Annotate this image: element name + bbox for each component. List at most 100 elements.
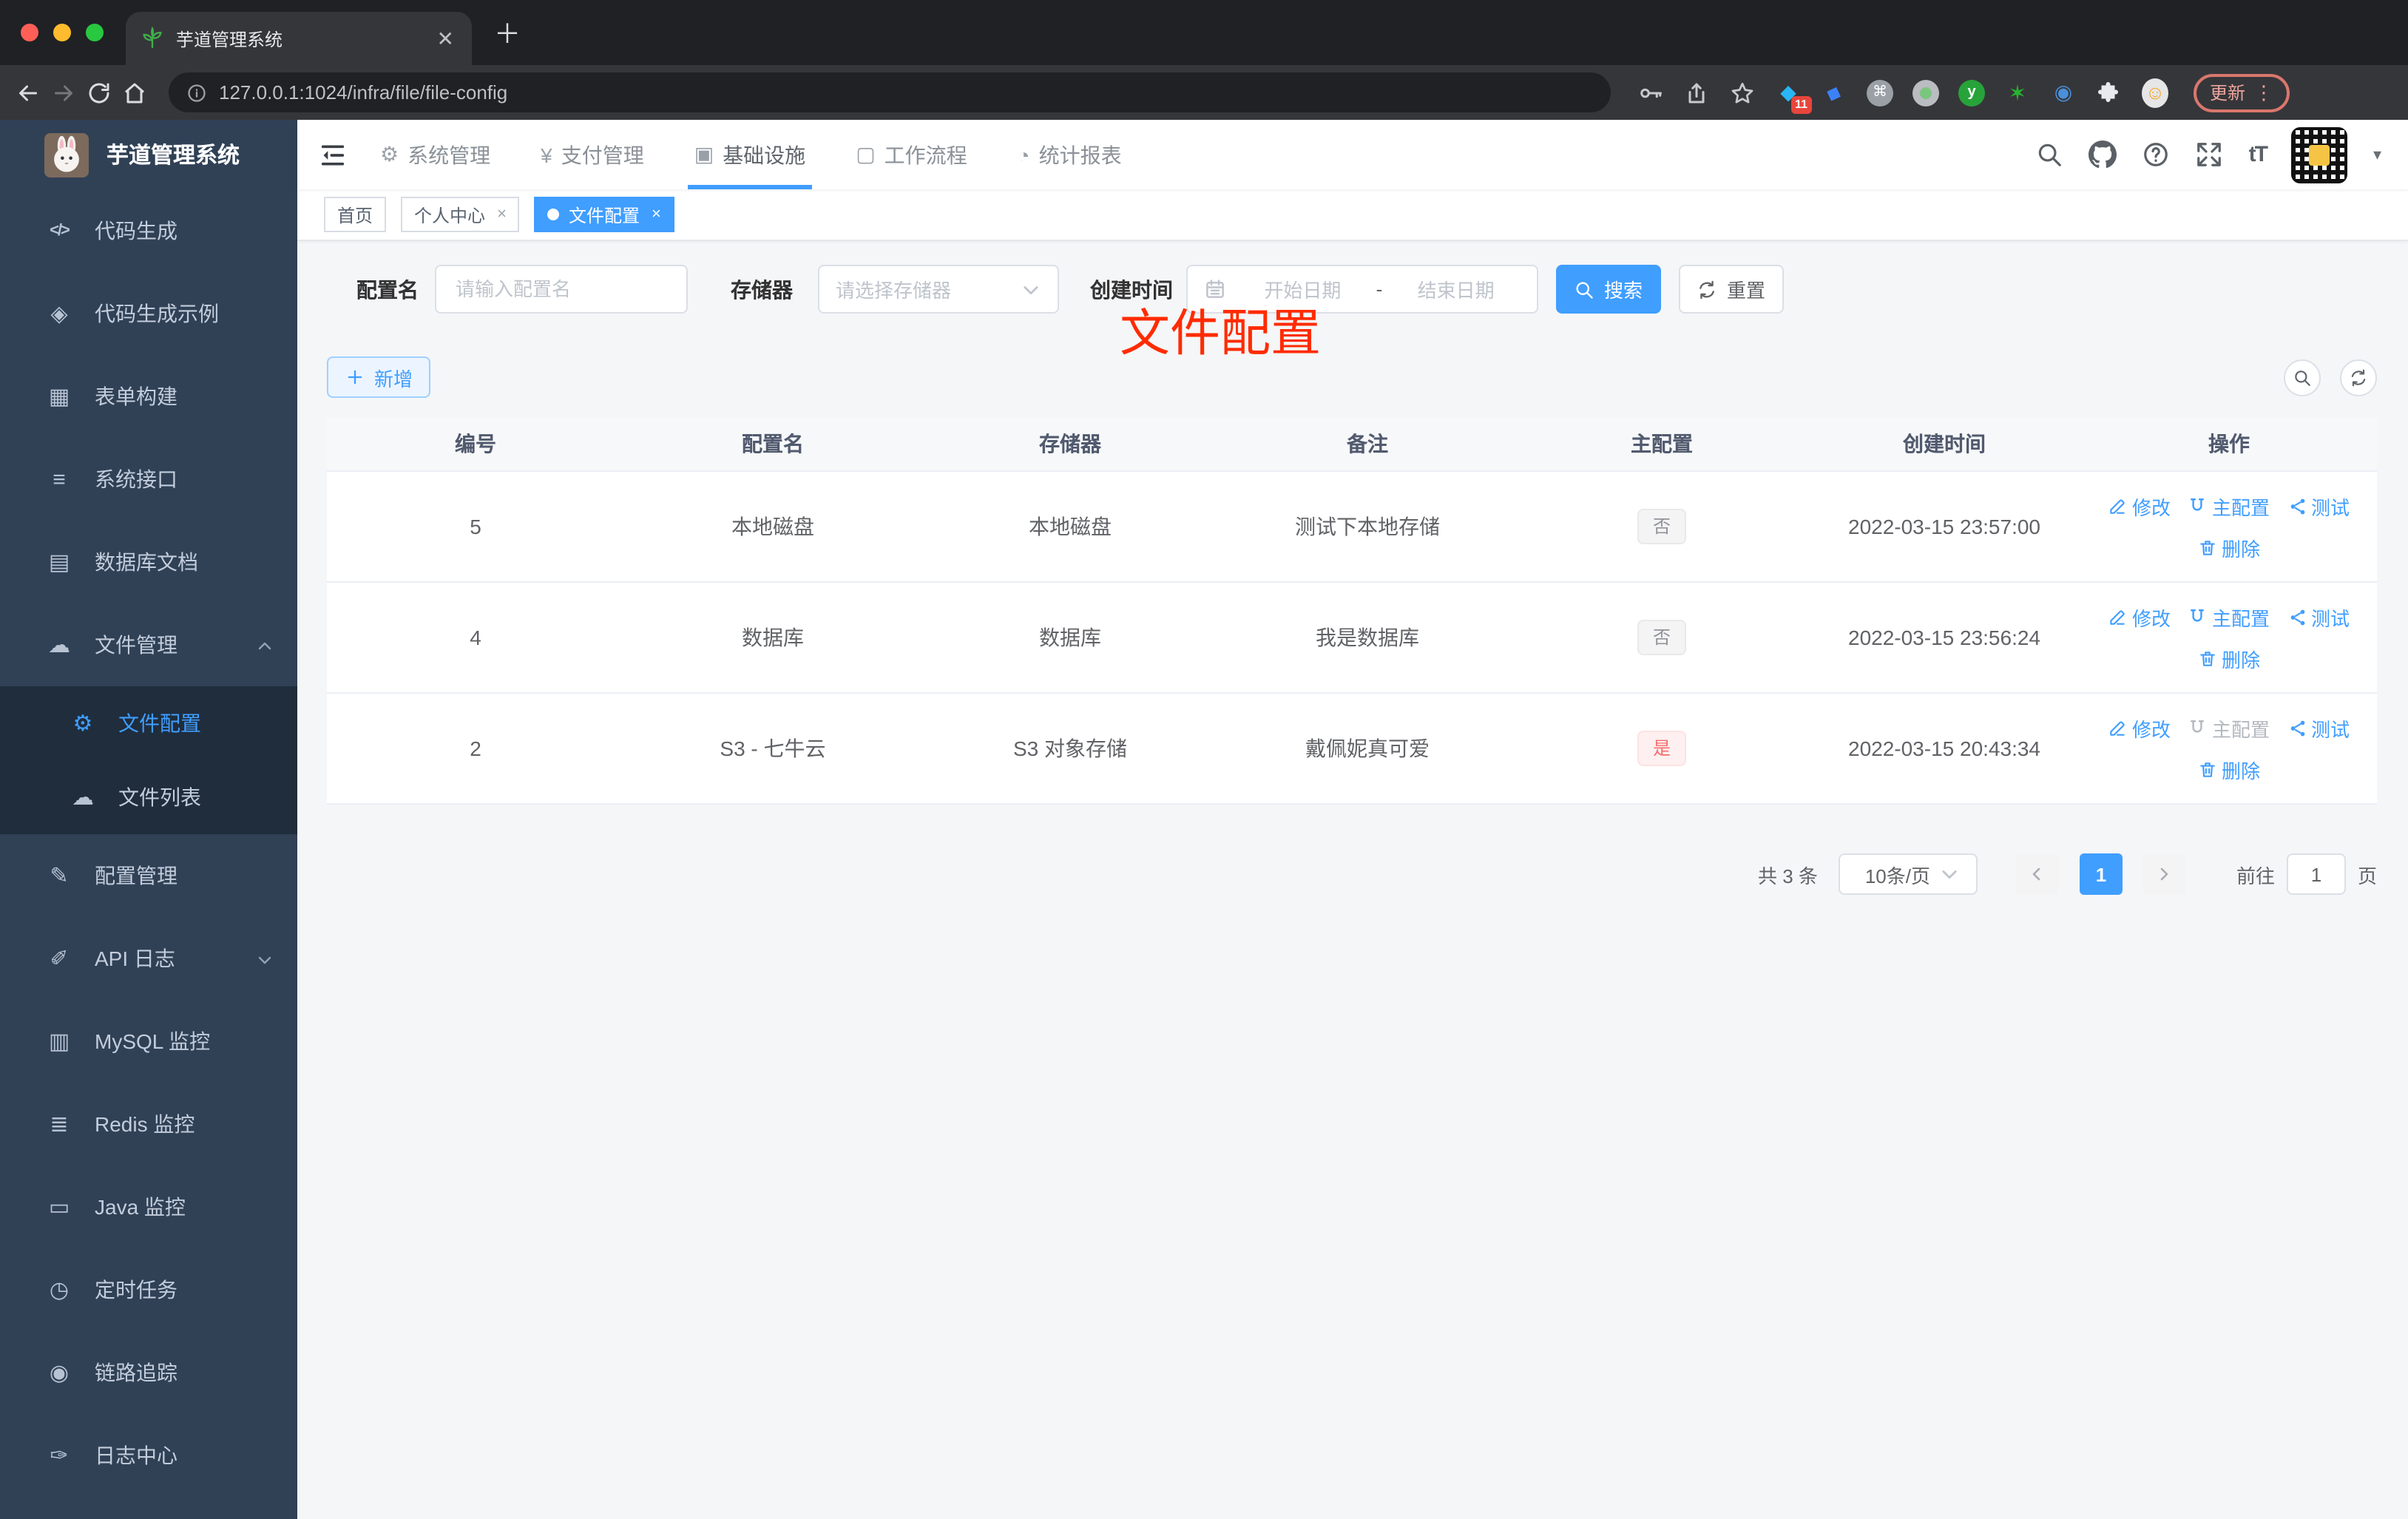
extensions-puzzle-icon[interactable] — [2096, 79, 2123, 106]
tag-profile[interactable]: 个人中心 × — [401, 197, 520, 232]
layers-icon: ≣ — [50, 1112, 69, 1137]
address-bar[interactable]: 127.0.0.1:1024/infra/file/file-config — [169, 72, 1611, 112]
sidebar-item-scheduled-tasks[interactable]: ◷ 定时任务 — [0, 1248, 297, 1331]
sidebar-item-trace[interactable]: ◉ 链路追踪 — [0, 1331, 297, 1414]
sidebar-item-log-center[interactable]: ✑ 日志中心 — [0, 1414, 297, 1497]
sidebar-item-label: 表单构建 — [95, 385, 177, 408]
menu-infrastructure[interactable]: ▣ 基础设施 — [688, 120, 812, 189]
extension-eye-icon[interactable]: ◉ — [2050, 79, 2077, 106]
test-link[interactable]: 测试 — [2287, 603, 2350, 631]
avatar[interactable] — [2291, 126, 2348, 183]
sidebar-collapse-icon[interactable] — [318, 140, 348, 169]
site-info-icon[interactable] — [186, 82, 207, 103]
page-size-select[interactable]: 10条/页 — [1838, 853, 1978, 895]
end-date-placeholder[interactable]: 结束日期 — [1391, 275, 1521, 303]
menu-label: 系统管理 — [407, 143, 491, 166]
extension-dot-icon[interactable] — [1912, 79, 1939, 106]
edit-link[interactable]: 修改 — [2108, 492, 2171, 520]
reset-button-label: 重置 — [1726, 280, 1765, 302]
tag-file-config[interactable]: 文件配置 × — [534, 197, 674, 232]
sidebar-item-db-doc[interactable]: ▤ 数据库文档 — [0, 521, 297, 603]
sidebar-item-file-config[interactable]: ⚙ 文件配置 — [0, 686, 297, 760]
extension-diamond-icon[interactable]: ◆ 11 — [1775, 79, 1812, 113]
shield-icon: ◈ — [50, 302, 68, 327]
close-window-button[interactable] — [21, 24, 38, 41]
edit-link[interactable]: 修改 — [2108, 603, 2171, 631]
test-link[interactable]: 测试 — [2287, 492, 2350, 520]
sidebar-item-redis-monitor[interactable]: ≣ Redis 监控 — [0, 1083, 297, 1166]
tab-close-icon[interactable]: ✕ — [434, 26, 457, 51]
sidebar-item-system-api[interactable]: ≡ 系统接口 — [0, 438, 297, 521]
tag-close-icon[interactable]: × — [652, 206, 661, 223]
share-icon[interactable] — [1683, 79, 1710, 106]
prev-page-button[interactable] — [2015, 853, 2059, 895]
profile-smiley-avatar[interactable]: ☺ — [2142, 78, 2168, 107]
test-link[interactable]: 测试 — [2287, 714, 2350, 742]
extension-star-icon[interactable]: ✶ — [2004, 79, 2031, 106]
config-name-input-field[interactable] — [453, 277, 670, 302]
tag-close-icon[interactable]: × — [497, 206, 507, 223]
delete-link[interactable]: 删除 — [2198, 644, 2260, 672]
extension-command-icon[interactable]: ⌘ — [1867, 79, 1893, 106]
sidebar-item-code-example[interactable]: ◈ 代码生成示例 — [0, 272, 297, 355]
sidebar-item-mysql-monitor[interactable]: ▥ MySQL 监控 — [0, 1000, 297, 1083]
extension-kite-icon[interactable]: ◆ — [1821, 79, 1847, 106]
cell-remark: 我是数据库 — [1316, 626, 1419, 649]
current-page-button[interactable]: 1 — [2079, 853, 2123, 895]
sidebar-item-code-generation[interactable]: </> 代码生成 — [0, 189, 297, 272]
master-config-link[interactable]: 主配置 — [2188, 492, 2270, 520]
tag-home[interactable]: 首页 — [324, 197, 387, 232]
new-tab-button[interactable]: ＋ — [494, 21, 521, 47]
next-page-button[interactable] — [2142, 853, 2186, 895]
code-icon: </> — [50, 222, 70, 240]
table-refresh-button[interactable] — [2340, 359, 2377, 396]
delete-link[interactable]: 删除 — [2198, 755, 2260, 783]
avatar-caret-icon[interactable]: ▾ — [2373, 145, 2381, 164]
sidebar-item-java-monitor[interactable]: ▭ Java 监控 — [0, 1166, 297, 1248]
zoom-window-button[interactable] — [86, 24, 104, 41]
password-key-icon[interactable] — [1637, 79, 1664, 106]
browser-menu-icon[interactable]: ⋮ — [2254, 81, 2273, 104]
add-button-label: 新增 — [373, 368, 413, 390]
browser-tab[interactable]: 芋道管理系统 ✕ — [126, 12, 472, 65]
macos-traffic-lights[interactable] — [21, 24, 104, 41]
goto-page-input[interactable] — [2286, 853, 2346, 895]
menu-workflow[interactable]: ▢ 工作流程 — [856, 120, 967, 189]
sidebar-item-form-builder[interactable]: ▦ 表单构建 — [0, 355, 297, 438]
search-button[interactable]: 搜索 — [1556, 265, 1661, 314]
menu-system-management[interactable]: ⚙ 系统管理 — [380, 120, 490, 189]
menu-label: 统计报表 — [1038, 143, 1122, 166]
sidebar-logo[interactable]: 芋道管理系统 — [0, 120, 297, 189]
reload-icon[interactable] — [86, 79, 112, 106]
menu-reports[interactable]: ◔ 统计报表 — [1018, 120, 1122, 189]
chrome-update-button[interactable]: 更新 ⋮ — [2194, 73, 2290, 112]
sidebar-item-file-list[interactable]: ☁ 文件列表 — [0, 760, 297, 834]
reset-button[interactable]: 重置 — [1679, 265, 1784, 314]
edit-link[interactable]: 修改 — [2108, 714, 2171, 742]
font-size-icon[interactable]: tT — [2249, 142, 2268, 167]
menu-payment-management[interactable]: ¥ 支付管理 — [541, 120, 644, 189]
delete-link[interactable]: 删除 — [2198, 533, 2260, 561]
bookmark-star-icon[interactable] — [1729, 79, 1756, 106]
pen-note-icon: ✑ — [50, 1444, 69, 1469]
sidebar-item-config-management[interactable]: ✎ 配置管理 — [0, 834, 297, 917]
home-icon[interactable] — [121, 79, 148, 106]
table-search-toggle-button[interactable] — [2284, 359, 2321, 396]
add-button[interactable]: 新增 — [327, 356, 430, 398]
master-config-link[interactable]: 主配置 — [2188, 603, 2270, 631]
sidebar-item-file-management[interactable]: ☁ 文件管理 — [0, 603, 297, 686]
fullscreen-icon[interactable] — [2196, 141, 2224, 169]
menu-label: 基础设施 — [723, 143, 806, 166]
help-icon[interactable] — [2142, 141, 2171, 169]
forward-icon[interactable] — [50, 79, 77, 106]
back-icon[interactable] — [15, 79, 41, 106]
sidebar-item-api-log[interactable]: ✐ API 日志 — [0, 917, 297, 1000]
url-text[interactable]: 127.0.0.1:1024/infra/file/file-config — [219, 81, 507, 104]
storage-select[interactable]: 请选择存储器 — [818, 265, 1059, 314]
github-icon[interactable] — [2089, 141, 2117, 169]
extension-y-icon[interactable]: y — [1958, 79, 1985, 106]
search-icon[interactable] — [2036, 141, 2064, 169]
sidebar-item-label: Java 监控 — [95, 1195, 186, 1219]
config-name-input[interactable] — [435, 265, 688, 314]
minimize-window-button[interactable] — [53, 24, 71, 41]
